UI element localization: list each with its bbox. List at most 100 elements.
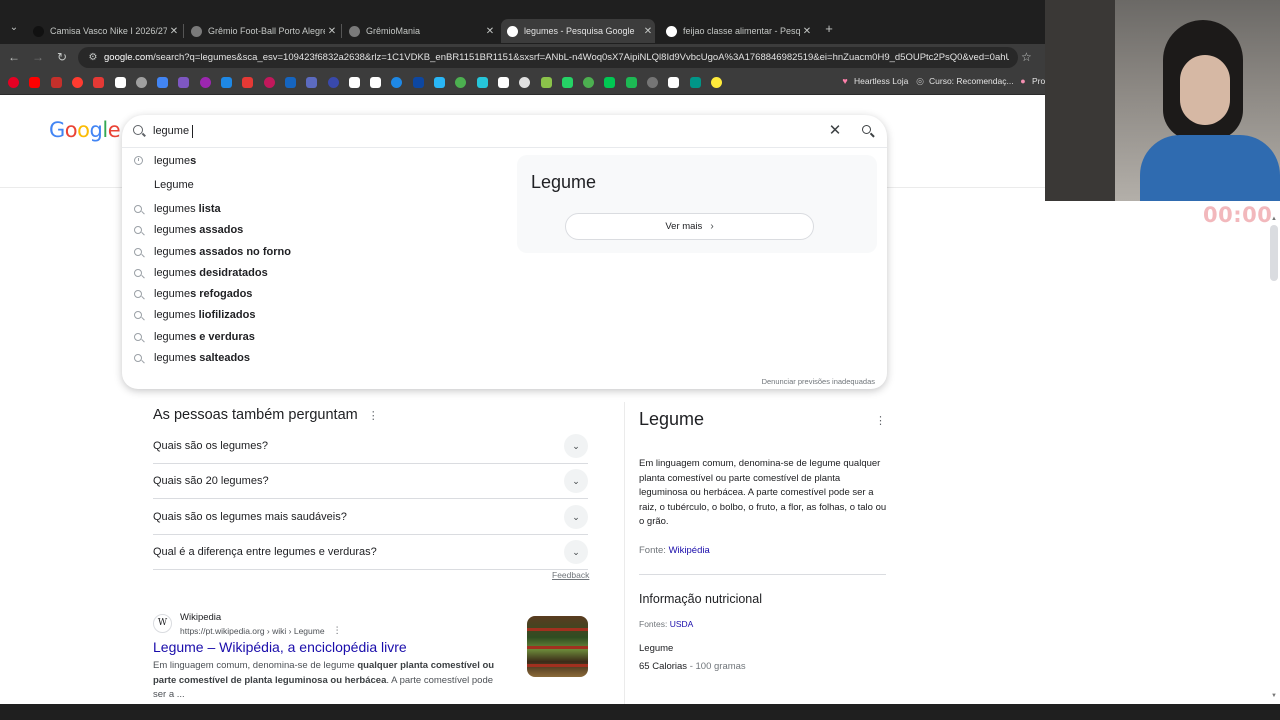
bookmark-icon[interactable]: [497, 77, 509, 88]
bookmark-icon[interactable]: [327, 77, 339, 88]
tab-close-icon[interactable]: ✕: [641, 26, 655, 37]
search-box[interactable]: ✕: [122, 115, 887, 147]
chevron-down-icon[interactable]: ⌄: [564, 469, 588, 493]
bookmark-icon[interactable]: [434, 77, 445, 88]
tab-1[interactable]: Grêmio Foot-Ball Porto Alegren...✕: [185, 19, 339, 43]
bookmark-icon[interactable]: [476, 77, 488, 88]
suggestion-completion: s: [190, 154, 197, 167]
tab-close-icon[interactable]: ✕: [325, 26, 339, 37]
scroll-up-icon[interactable]: ▲: [1271, 216, 1278, 222]
bookmark-icon[interactable]: [710, 77, 722, 88]
suggestion-prefix: legume: [154, 154, 191, 167]
more-vert-icon[interactable]: ⋮: [875, 414, 886, 427]
bookmark-icon[interactable]: [625, 77, 637, 88]
tab-close-icon[interactable]: ✕: [167, 26, 181, 37]
more-vert-icon[interactable]: ⋮: [333, 625, 342, 636]
bookmark-icon[interactable]: [604, 77, 616, 88]
bookmark-icon[interactable]: [8, 77, 19, 88]
chevron-down-icon[interactable]: ⌄: [564, 505, 588, 529]
search-suggestion[interactable]: legumes: [122, 150, 512, 171]
address-url[interactable]: google.com/search?q=legumes&sca_esv=1094…: [104, 52, 1009, 63]
more-vert-icon[interactable]: ⋮: [368, 409, 379, 422]
bookmark-icon[interactable]: [668, 77, 680, 88]
wikipedia-source-link[interactable]: Wikipédia: [669, 545, 710, 556]
bookmark-icon[interactable]: [647, 77, 658, 88]
tab-3[interactable]: legumes - Pesquisa Google ✕: [501, 19, 655, 43]
bookmark-icon[interactable]: [689, 77, 701, 88]
clear-search-button[interactable]: ✕: [827, 121, 843, 141]
bookmark-icon[interactable]: [29, 77, 41, 88]
tab-close-icon[interactable]: ✕: [483, 26, 497, 37]
address-bar[interactable]: ⚙ google.com/search?q=legumes&sca_esv=10…: [78, 47, 1018, 68]
bookmark-heartless-loja[interactable]: ♥ Heartless Loja: [840, 76, 908, 86]
bookmark-icon[interactable]: [306, 77, 318, 88]
bookmark-icon[interactable]: [561, 77, 573, 88]
search-suggestion[interactable]: legumes assados: [122, 219, 512, 240]
page-scrollbar[interactable]: [1270, 225, 1278, 281]
suggestion-icon-slot: [122, 289, 154, 298]
bookmark-icon[interactable]: [284, 77, 296, 88]
search-suggestion[interactable]: legumes liofilizados: [122, 304, 512, 325]
search-suggestion[interactable]: legumes lista: [122, 198, 512, 219]
search-suggestion[interactable]: legumes e verduras: [122, 326, 512, 347]
new-tab-button[interactable]: +: [822, 20, 836, 38]
search-suggestion[interactable]: Legume: [122, 174, 512, 195]
report-predictions-link[interactable]: Denunciar previsões inadequadas: [762, 377, 875, 386]
chevron-down-icon[interactable]: ⌄: [564, 434, 588, 458]
result-title-link[interactable]: Legume – Wikipédia, a enciclopédia livre: [153, 639, 407, 655]
bookmark-curso[interactable]: ◎ Curso: Recomendaç...: [915, 76, 1014, 86]
bookmark-pro[interactable]: ● Pro: [1018, 76, 1045, 86]
google-logo[interactable]: Google: [49, 118, 121, 142]
bookmark-star-icon[interactable]: ☆: [1021, 49, 1035, 65]
result-site-name[interactable]: Wikipedia: [180, 612, 221, 623]
site-info-icon[interactable]: ⚙: [86, 52, 100, 63]
bookmark-icon[interactable]: [348, 77, 360, 88]
search-input[interactable]: [153, 123, 803, 139]
ver-mais-button[interactable]: Ver mais ›: [565, 213, 814, 240]
suggestion-completion: s refogados: [190, 287, 253, 300]
nutrition-title: Informação nutricional: [639, 592, 762, 606]
bookmark-icon[interactable]: [391, 77, 403, 88]
tab-2[interactable]: GrêmioMania ✕: [343, 19, 497, 43]
paa-question[interactable]: Quais são 20 legumes? ⌄: [153, 464, 588, 499]
paa-question[interactable]: Quais são os legumes? ⌄: [153, 429, 588, 464]
bookmark-icon[interactable]: [157, 77, 169, 88]
usda-source-link[interactable]: USDA: [670, 619, 694, 629]
tab-close-icon[interactable]: ✕: [800, 26, 814, 37]
bookmark-icon[interactable]: [412, 77, 424, 88]
forward-arrow-icon[interactable]: →: [30, 49, 46, 65]
bookmark-icon[interactable]: [221, 77, 232, 88]
result-url[interactable]: https://pt.wikipedia.org › wiki › Legume…: [180, 625, 342, 636]
bookmark-icon[interactable]: [135, 77, 147, 88]
chevron-down-icon[interactable]: ⌄: [564, 540, 588, 564]
search-suggestion[interactable]: legumes salteados: [122, 347, 512, 368]
bookmark-icon[interactable]: [178, 77, 190, 88]
reload-icon[interactable]: ↻: [54, 49, 70, 65]
tab-4[interactable]: feijao classe alimentar - Pesqui...✕: [660, 19, 814, 43]
tab-search-menu-icon[interactable]: ⌄: [6, 20, 22, 36]
back-arrow-icon[interactable]: ←: [6, 49, 22, 65]
result-thumbnail[interactable]: [527, 616, 588, 677]
entity-suggestion-card[interactable]: Legume Ver mais ›: [517, 155, 877, 253]
feedback-link[interactable]: Feedback: [552, 570, 589, 580]
bookmark-icon[interactable]: [455, 77, 467, 88]
bookmark-icon[interactable]: [71, 77, 83, 88]
bookmark-icon[interactable]: [370, 77, 382, 88]
search-suggestion[interactable]: legumes desidratados: [122, 262, 512, 283]
search-submit-button[interactable]: [859, 121, 877, 141]
bookmark-icon[interactable]: [242, 77, 254, 88]
search-suggestion[interactable]: legumes assados no forno: [122, 241, 512, 262]
bookmark-icon[interactable]: [519, 77, 531, 88]
bookmark-icon[interactable]: [114, 77, 126, 88]
bookmark-icon[interactable]: [263, 77, 275, 88]
paa-question[interactable]: Qual é a diferença entre legumes e verdu…: [153, 535, 588, 570]
bookmark-icon[interactable]: [93, 77, 105, 88]
bookmark-icon[interactable]: [583, 77, 595, 88]
bookmark-icon[interactable]: [540, 77, 552, 88]
scroll-down-icon[interactable]: ▼: [1271, 693, 1278, 699]
paa-question[interactable]: Quais são os legumes mais saudáveis? ⌄: [153, 500, 588, 535]
bookmark-icon[interactable]: [50, 77, 62, 88]
search-suggestion[interactable]: legumes refogados: [122, 283, 512, 304]
tab-0[interactable]: Camisa Vasco Nike I 2026/27 T...✕: [27, 19, 181, 43]
bookmark-icon[interactable]: [199, 77, 211, 88]
